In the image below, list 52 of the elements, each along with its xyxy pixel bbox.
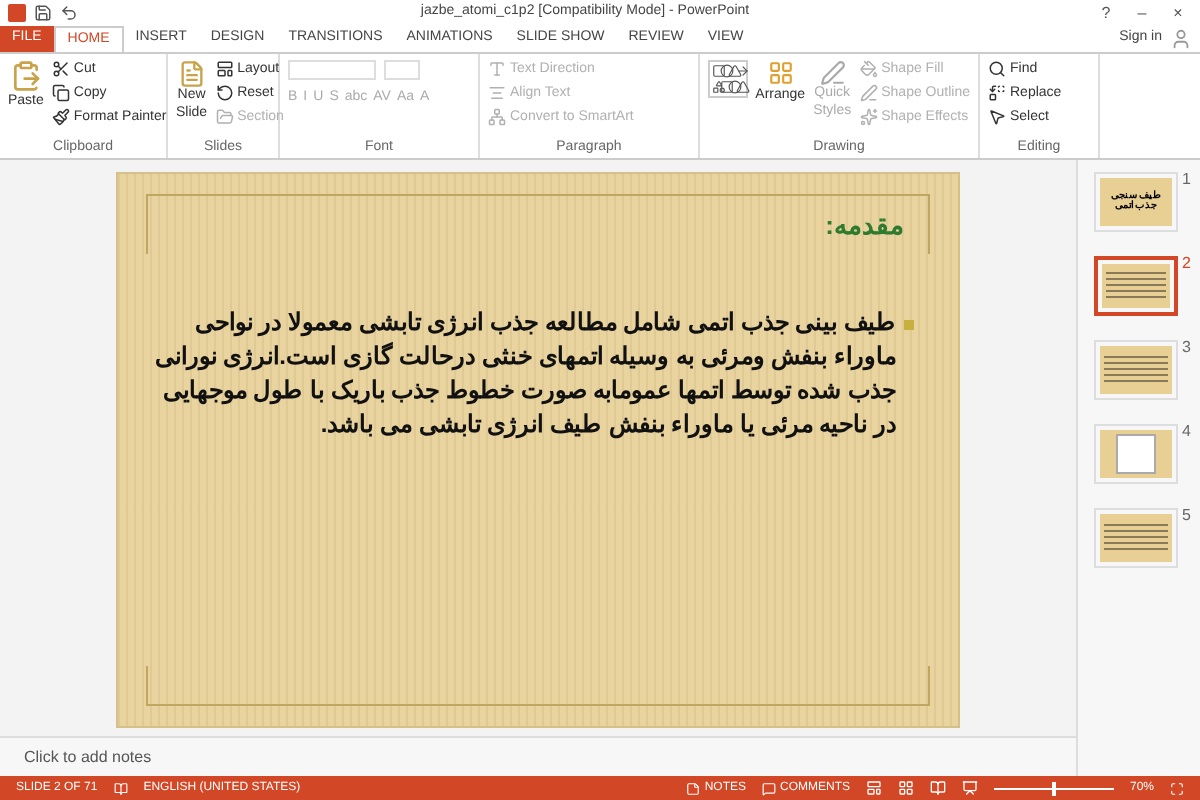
reset-icon [215, 84, 234, 102]
find-icon [988, 60, 1006, 78]
slide-icon [177, 60, 206, 88]
section-icon [215, 108, 234, 126]
slide-body-text: طیف بینی جذب اتمی شامل مطالعه جذب انرژی تابشی معمولا در نواحی ماوراء بنفش ومرئی به وسیله اتمهای خنثی درحالت گازی است.انرژی نورانی جذب شده توسط اتمها عمومابه صورت خطوط جذب باریک با طول موجهایی در ناحیه مرئی یا ماوراء بنفش طیف انرژی تابشی می باشد. [152, 306, 896, 442]
format-painter-icon [51, 108, 70, 126]
text-lines-drawing [1104, 524, 1168, 552]
arrange-icon [767, 60, 794, 86]
smartart-icon [488, 108, 506, 126]
figure-placeholder [1116, 434, 1156, 474]
align-text-icon [488, 84, 506, 102]
replace-icon [988, 84, 1006, 102]
shape-effects-icon [859, 108, 878, 126]
text-lines-drawing [1106, 272, 1166, 300]
reading-view-icon[interactable] [929, 780, 946, 796]
text-lines-drawing [1104, 356, 1168, 384]
text-direction-icon [488, 60, 506, 78]
window-control[interactable]: × [1164, 1, 1192, 25]
normal-view-icon[interactable] [865, 780, 882, 796]
quick-styles-icon [819, 60, 846, 86]
slide-number: 1 [1182, 172, 1191, 188]
slideshow-icon[interactable] [961, 780, 978, 796]
window-control[interactable]: – [1128, 1, 1156, 25]
shape-outline-icon [859, 84, 878, 102]
save-icon[interactable] [34, 4, 52, 22]
copy-icon [51, 84, 70, 102]
app-logo-icon [8, 4, 26, 22]
undo-icon[interactable] [60, 4, 78, 22]
shape-fill-icon [859, 60, 878, 78]
fit-slide-icon[interactable] [1170, 781, 1184, 795]
slide-title: مقدمه: [825, 207, 904, 244]
notes-placeholder[interactable]: Click to add notes [24, 745, 152, 769]
slide-number: 5 [1182, 508, 1191, 524]
font-name-field[interactable] [288, 60, 376, 80]
layout-icon [215, 60, 234, 78]
comment-icon [761, 781, 776, 795]
slide-thumbnail[interactable] [1094, 256, 1178, 316]
clipboard-icon [9, 60, 42, 92]
slide-number: 4 [1182, 424, 1191, 440]
slide-number: 3 [1182, 340, 1191, 356]
slide-number: 2 [1182, 256, 1191, 272]
zoom-slider-thumb[interactable] [1051, 781, 1056, 795]
slide-sorter-icon[interactable] [897, 780, 914, 796]
spelling-icon [113, 781, 128, 795]
window-control[interactable]: ? [1092, 1, 1120, 25]
select-icon [988, 108, 1006, 126]
shapes-gallery[interactable] [708, 60, 748, 98]
notes-icon [686, 781, 701, 795]
user-icon [1170, 28, 1192, 50]
cut-icon [51, 60, 70, 78]
bullet-icon [904, 320, 914, 330]
font-size-field[interactable] [384, 60, 420, 80]
